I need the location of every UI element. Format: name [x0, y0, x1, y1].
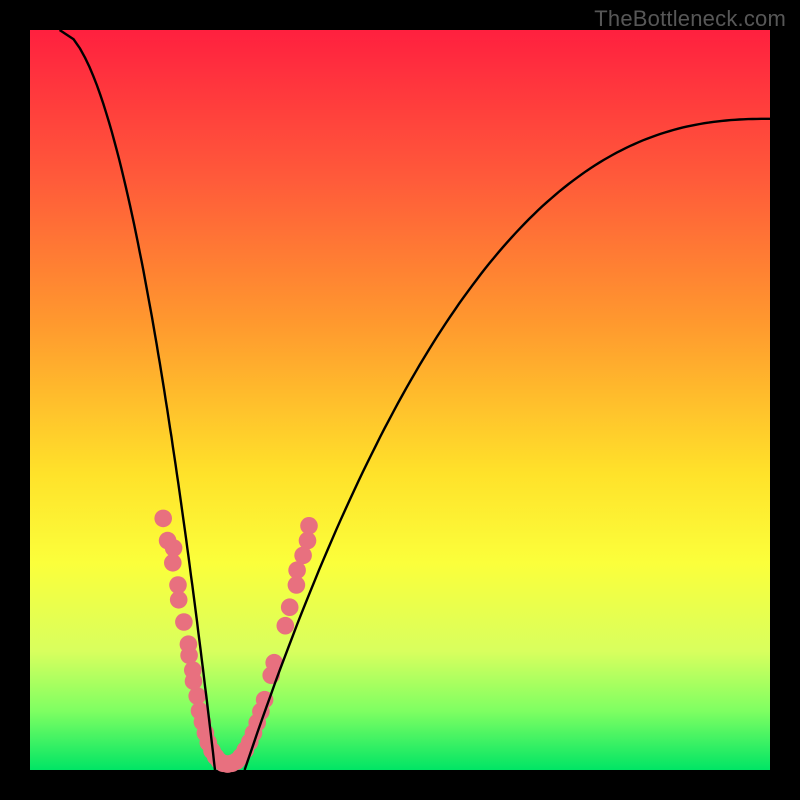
watermark-text: TheBottleneck.com: [594, 6, 786, 32]
bead-point: [300, 517, 318, 535]
bead-point: [180, 647, 198, 665]
bead-point: [170, 591, 188, 609]
bead-point: [294, 547, 312, 565]
bead-point: [154, 510, 172, 528]
curve-right-branch: [245, 119, 770, 770]
scatter-beads: [154, 510, 317, 773]
bead-point: [188, 687, 206, 705]
bead-point: [281, 598, 299, 616]
bead-point: [175, 613, 193, 631]
bead-point: [277, 617, 295, 635]
chart-plot-area: [30, 30, 770, 770]
chart-svg: [30, 30, 770, 770]
bead-point: [185, 672, 203, 690]
bead-point: [165, 539, 183, 557]
outer-frame: TheBottleneck.com: [0, 0, 800, 800]
